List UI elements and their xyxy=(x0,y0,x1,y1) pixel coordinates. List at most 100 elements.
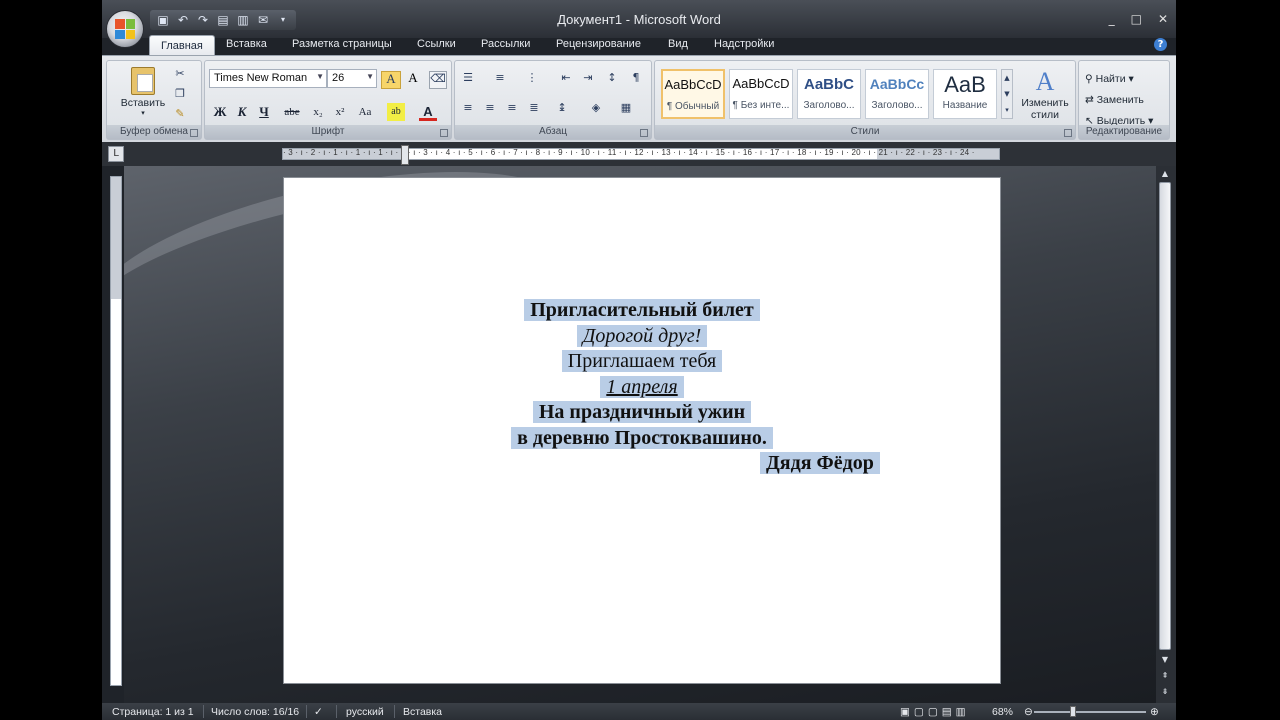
document-line[interactable]: Дорогой друг! xyxy=(284,324,1000,350)
shading-icon[interactable]: ◈ xyxy=(589,101,603,115)
document-line[interactable]: 1 апреля xyxy=(284,375,1000,401)
clear-formatting-icon[interactable]: ⌫ xyxy=(429,71,447,89)
tab-page-layout[interactable]: Разметка страницы xyxy=(292,38,392,50)
zoom-level[interactable]: 68% xyxy=(992,706,1013,718)
scroll-down-icon[interactable]: ▼ xyxy=(1159,654,1171,666)
selected-text[interactable]: 1 апреля xyxy=(600,375,684,398)
zoom-out-icon[interactable]: ⊖ xyxy=(1024,706,1033,718)
find-button[interactable]: ⚲ Найти ▾ xyxy=(1085,67,1134,86)
document-body[interactable]: Пригласительный билет Дорогой друг! Пригла… xyxy=(284,298,1000,477)
style-heading-1[interactable]: AaBbC Заголово... xyxy=(797,69,861,119)
justify-icon[interactable]: ≣ xyxy=(527,101,541,115)
tab-selector-icon[interactable]: L xyxy=(108,146,124,162)
sort-icon[interactable]: ↕ xyxy=(605,71,619,85)
horizontal-ruler[interactable]: · 3 · ı · 2 · ı · 1 · ı · 1 · ı · 1 · ı … xyxy=(282,145,1000,165)
selected-text[interactable]: в деревню Простоквашино. xyxy=(511,426,773,449)
zoom-in-icon[interactable]: ⊕ xyxy=(1150,706,1159,718)
scroll-thumb[interactable] xyxy=(1159,182,1171,650)
font-group: Times New Roman ▼ 26 ▼ A A ⌫ Ж К Ч abe x… xyxy=(204,60,452,140)
zoom-slider[interactable] xyxy=(1034,711,1146,713)
word-count[interactable]: Число слов: 16/16 xyxy=(211,706,299,718)
document-line[interactable]: На праздничный ужин xyxy=(284,400,1000,426)
style-normal[interactable]: AaBbCcD ¶ Обычный xyxy=(661,69,725,119)
font-color-icon[interactable]: A xyxy=(419,103,437,121)
italic-button[interactable]: К xyxy=(233,103,251,121)
styles-launcher-icon[interactable] xyxy=(1064,129,1072,137)
selected-text[interactable]: Приглашаем тебя xyxy=(561,350,723,372)
office-button[interactable] xyxy=(106,10,144,48)
style-title[interactable]: AaB Название xyxy=(933,69,997,119)
document-line[interactable]: Пригласительный билет xyxy=(284,298,1000,324)
insert-mode[interactable]: Вставка xyxy=(403,706,442,718)
align-left-icon[interactable]: ≡ xyxy=(461,101,475,115)
previous-page-icon[interactable]: ⇞ xyxy=(1159,670,1171,682)
numbering-icon[interactable]: ≡ xyxy=(493,71,507,85)
zoom-slider-knob[interactable] xyxy=(1070,706,1076,717)
format-painter-icon[interactable]: ✎ xyxy=(173,107,187,121)
scroll-up-icon[interactable]: ▲ xyxy=(1159,168,1171,180)
style-no-spacing[interactable]: AaBbCcD ¶ Без инте... xyxy=(729,69,793,119)
selected-text[interactable]: На праздничный ужин xyxy=(532,401,752,423)
change-case-button[interactable]: Aa xyxy=(353,103,377,121)
tab-view[interactable]: Вид xyxy=(668,38,688,50)
strikethrough-button[interactable]: abe xyxy=(283,103,301,121)
document-page[interactable]: Пригласительный билет Дорогой друг! Пригла… xyxy=(283,177,1001,684)
font-size-combo[interactable]: 26 ▼ xyxy=(327,69,377,88)
vertical-ruler[interactable] xyxy=(110,176,122,686)
proofing-icon[interactable]: ✓ xyxy=(314,706,323,718)
tab-review[interactable]: Рецензирование xyxy=(556,38,641,50)
copy-icon[interactable]: ❐ xyxy=(173,87,187,101)
tab-addins[interactable]: Надстройки xyxy=(714,38,774,50)
superscript-button[interactable]: x² xyxy=(331,103,349,121)
document-line[interactable]: Дядя Фёдор xyxy=(284,451,1000,477)
tab-home[interactable]: Главная xyxy=(149,35,215,56)
maximize-button[interactable]: □ xyxy=(1131,12,1142,26)
align-right-icon[interactable]: ≡ xyxy=(505,101,519,115)
style-heading-2[interactable]: AaBbCc Заголово... xyxy=(865,69,929,119)
highlight-icon[interactable]: ab xyxy=(387,103,405,121)
align-center-icon[interactable]: ≡ xyxy=(483,101,497,115)
view-buttons-icon[interactable]: ▣▢▢▤▥ xyxy=(900,706,970,718)
font-launcher-icon[interactable] xyxy=(440,129,448,137)
indent-marker-icon[interactable] xyxy=(401,145,409,165)
font-name-combo[interactable]: Times New Roman ▼ xyxy=(209,69,327,88)
ruler-area: L · 3 · ı · 2 · ı · 1 · ı · 1 · ı · 1 · … xyxy=(102,142,1176,166)
line-spacing-icon[interactable]: ↨ xyxy=(555,101,569,115)
document-line[interactable]: Приглашаем тебя xyxy=(284,349,1000,375)
underline-button[interactable]: Ч xyxy=(255,103,273,121)
minimize-button[interactable]: _ xyxy=(1109,12,1115,26)
language[interactable]: русский xyxy=(346,706,384,718)
decrease-indent-icon[interactable]: ⇤ xyxy=(559,71,573,85)
tab-references[interactable]: Ссылки xyxy=(417,38,456,50)
tab-mailings[interactable]: Рассылки xyxy=(481,38,530,50)
document-line[interactable]: в деревню Простоквашино. xyxy=(284,426,1000,452)
tab-insert[interactable]: Вставка xyxy=(226,38,267,50)
grow-font-icon[interactable]: A xyxy=(381,71,401,89)
paste-button[interactable]: Вставить ▾ xyxy=(113,67,173,119)
selected-text[interactable]: Дядя Фёдор xyxy=(760,452,880,474)
selected-text[interactable]: Дорогой друг! xyxy=(576,324,708,347)
borders-icon[interactable]: ▦ xyxy=(619,101,633,115)
selected-text[interactable]: Пригласительный билет xyxy=(524,299,760,321)
page-count[interactable]: Страница: 1 из 1 xyxy=(112,706,194,718)
clipboard-icon xyxy=(131,67,155,95)
close-button[interactable]: ✕ xyxy=(1158,12,1168,26)
subscript-button[interactable]: x₂ xyxy=(309,103,327,121)
change-styles-button[interactable]: A Изменить стили xyxy=(1017,67,1073,121)
next-page-icon[interactable]: ⇟ xyxy=(1159,686,1171,698)
paragraph-launcher-icon[interactable] xyxy=(640,129,648,137)
shrink-font-icon[interactable]: A xyxy=(403,71,423,85)
style-name: Название xyxy=(942,100,988,111)
multilevel-list-icon[interactable]: ⋮ xyxy=(525,71,539,85)
help-icon[interactable]: ? xyxy=(1154,38,1167,51)
increase-indent-icon[interactable]: ⇥ xyxy=(581,71,595,85)
bold-button[interactable]: Ж xyxy=(211,103,229,121)
styles-scroll-icon[interactable]: ▲ ▼ ▾ xyxy=(1001,69,1013,119)
show-formatting-icon[interactable]: ¶ xyxy=(629,71,643,85)
bullets-icon[interactable]: ☰ xyxy=(461,71,475,85)
styles-group-label: Стили xyxy=(655,125,1075,139)
clipboard-launcher-icon[interactable] xyxy=(190,129,198,137)
cut-icon[interactable]: ✂ xyxy=(173,67,187,81)
replace-button[interactable]: ⇄ Заменить xyxy=(1085,88,1144,107)
vertical-scrollbar[interactable]: ▲ ▼ ⇞ ⇟ xyxy=(1156,166,1176,703)
